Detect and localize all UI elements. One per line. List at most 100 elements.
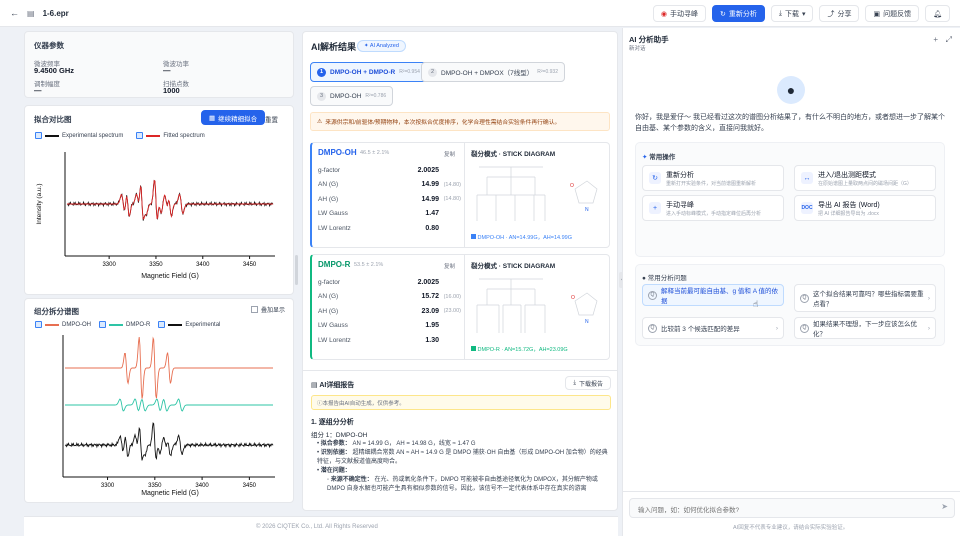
param-value: 23.09 — [421, 307, 439, 315]
question-text: 这个拟合结果可靠吗？哪些指标需要重点看？ — [813, 291, 924, 308]
question-4[interactable]: Q 如果结果不理想，下一步应该怎么优化？ › — [794, 317, 936, 339]
fit-compare-chart: 3300 3350 3400 3450 Intensity (a.u.) Magnet… — [36, 152, 275, 280]
field-value: — — [163, 66, 171, 75]
fitted-line — [67, 179, 273, 220]
question-3[interactable]: Q 比较前 3 个候选匹配的差异 › — [642, 317, 784, 339]
legend-label: DMPO-OH — [62, 321, 91, 328]
action-manual-peak[interactable]: + 手动寻峰 进入手动标峰模式，手动指定峰位后再分析 — [642, 195, 784, 221]
legend-label: DMPO-R — [126, 321, 151, 328]
continue-fit-button[interactable]: ▦ 继续精细拟合 — [201, 110, 266, 125]
tab-candidate-1[interactable]: 1 DMPO-OH + DMPO-R R²=0.954 — [310, 62, 427, 82]
action-range-mode[interactable]: ↔ 进入/退出测距模式 在原始谱图上量取两点间的磁场间距（G） — [794, 165, 936, 191]
checkbox-icon[interactable] — [35, 132, 42, 139]
param-value: 1.30 — [425, 336, 439, 344]
checkbox-icon[interactable] — [35, 321, 42, 328]
components-card: 组分拆分谱图 叠加显示 DMPO-OH DMPO-R Experimental … — [24, 298, 294, 503]
question-2[interactable]: Q 这个拟合结果可靠吗？哪些指标需要重点看？ › — [794, 284, 936, 312]
target-icon: ◉ — [660, 10, 667, 18]
action-desc: 重新打开实验条件，对当前谱图重新解析 — [666, 180, 757, 187]
analysis-title: AI解析结果 — [311, 42, 357, 52]
tab-label: DMPO-OH + DMPO-R — [330, 68, 396, 76]
analysis-panel: AI解析结果 ✦ AI Analyzed 1 DMPO-OH + DMPO-R R²… — [302, 31, 618, 511]
send-icon[interactable]: ➤ — [941, 502, 948, 511]
conversation-label: 新对话 — [629, 46, 646, 52]
x-tick-label: 3450 — [243, 483, 257, 489]
manual-peak-button[interactable]: ◉ 手动寻峰 — [652, 5, 706, 22]
question-1[interactable]: Q 解释当前最可能自由基、g 值和 A 值的依据 — [642, 284, 784, 306]
new-chat-icon[interactable]: + — [933, 35, 938, 44]
reanalyze-button[interactable]: ↻ 重新分析 — [711, 5, 765, 22]
download-report-button[interactable]: ⤓ 下载报告 — [565, 376, 611, 390]
resize-handle[interactable] — [295, 255, 298, 285]
panda-icon: ● — [786, 82, 796, 98]
legend-label: Experimental spectrum — [62, 132, 124, 139]
param-row: g-factor 2.0025 — [318, 275, 461, 290]
fit-legend: Experimental spectrum Fitted spectrum — [35, 132, 205, 139]
param-ref: (14.80) — [443, 196, 461, 203]
species-card-dmpo-oh: DMPO-OH 46.5 ± 2.1% 复制 g-factor 2.0025 AN… — [310, 142, 610, 248]
action-export-word[interactable]: DOC 导出 AI 报告 (Word) 把 AI 详细报告导出为 .docx — [794, 195, 936, 221]
stick-diagram-title: 裂分模式 · STICK DIAGRAM — [471, 263, 556, 270]
param-value: 2.0025 — [417, 166, 439, 174]
param-value: 15.72 — [421, 293, 439, 301]
download-button[interactable]: ⤓ 下载 ▾ — [770, 5, 814, 22]
param-row: LW Gauss 1.95 — [318, 319, 461, 334]
checkbox-icon[interactable] — [136, 132, 144, 139]
expand-icon[interactable]: ⤢ — [946, 35, 952, 45]
chevron-right-icon: › — [775, 324, 778, 332]
notice-bar: ⚠ 来源供宗和/前驱体/预期物种，本次按拟合优度排序，化学合理性需结合实验条件再行… — [310, 112, 610, 131]
copyright: © 2026 CIQTEK Co., Ltd. All Rights Reser… — [256, 524, 378, 530]
share-button[interactable]: ⤴ 分享 — [819, 5, 860, 22]
tab-candidate-2[interactable]: 2 DMPO-OH + DMPOX（7线型） R²=0.932 — [421, 62, 565, 82]
download-icon: ⤓ — [573, 379, 576, 386]
plus-icon: + — [649, 202, 661, 214]
arrow-left-icon[interactable]: ← — [10, 8, 19, 18]
stick-diagram-panel: 裂分模式 · STICK DIAGRAM ON DMPO-R · AN=15.7… — [464, 255, 610, 359]
question-text: 比较前 3 个候选匹配的差异 — [661, 326, 740, 333]
doc-icon: DOC — [801, 202, 813, 214]
tab-r2: R²=0.932 — [537, 69, 558, 75]
components-chart: 3300 3350 3400 3450 Magnetic Field (G) — [62, 335, 275, 497]
param-key: AN (G) — [318, 181, 339, 189]
param-key: AH (G) — [318, 307, 339, 315]
action-title: 手动寻峰 — [666, 201, 694, 209]
tab-number: 2 — [428, 67, 437, 77]
reset-button[interactable]: 重置 — [265, 114, 278, 124]
param-row: AH (G) 14.99 (14.80) — [318, 192, 461, 207]
tab-number: 3 — [317, 91, 326, 101]
report-heading: 1. 逐组分分析 — [311, 419, 354, 426]
param-key: LW Lorentz — [318, 224, 351, 232]
grid-icon: ▦ — [209, 114, 216, 122]
param-key: LW Gauss — [318, 322, 348, 330]
x-tick-label: 3300 — [102, 262, 116, 268]
action-reanalyze[interactable]: ↻ 重新分析 重新打开实验条件，对当前谱图重新解析 — [642, 165, 784, 191]
tab-candidate-3[interactable]: 3 DMPO-OH R²=0.786 — [310, 86, 394, 106]
file-icon: ▤ — [27, 8, 35, 18]
range-icon: ↔ — [801, 172, 813, 184]
tab-label: DMPO-OH + DMPOX（7线型） — [441, 70, 534, 77]
feedback-button[interactable]: ▣ 问题反馈 — [865, 5, 920, 22]
x-tick-label: 3350 — [148, 483, 162, 489]
species-card-dmpo-r: DMPO-R 53.5 ± 2.1% 复制 g-factor 2.0025 AN … — [310, 254, 610, 360]
overlay-toggle[interactable]: 叠加显示 — [251, 305, 285, 314]
question-icon: Q — [800, 293, 809, 303]
copy-button[interactable]: 复制 — [444, 262, 455, 270]
download-icon: ⤓ — [778, 9, 782, 17]
left-column: 仪器参数 微波频率 9.4500 GHz 微波功率 — 调制幅度 — 扫描点数 … — [24, 31, 294, 511]
checkbox-icon[interactable] — [99, 321, 106, 328]
copy-button[interactable]: 复制 — [444, 150, 455, 158]
share-icon: ⤴ — [827, 10, 835, 18]
svg-text:N: N — [585, 207, 589, 213]
stick-diagram-title: 裂分模式 · STICK DIAGRAM — [471, 151, 556, 158]
warning-icon: ⚠ — [317, 118, 323, 125]
report-section: ▤ AI详细报告 ⤓ 下载报告 ⓘ 本报告由AI自动生成，仅供参考。 1. 逐组分… — [303, 370, 617, 510]
notification-button[interactable]: 🔔︎ — [925, 5, 950, 22]
field-value: 9.4500 GHz — [34, 66, 75, 75]
experimental-line — [66, 179, 274, 221]
checkbox-icon[interactable] — [158, 321, 166, 328]
param-key: AH (G) — [318, 195, 339, 203]
input-divider — [623, 491, 960, 492]
bell-icon: 🔔︎ — [933, 10, 942, 18]
report-body: • 拟合参数： AN = 14.99 G， AH = 14.98 G，线宽 ≈ … — [317, 440, 611, 494]
chat-input[interactable] — [630, 501, 920, 520]
